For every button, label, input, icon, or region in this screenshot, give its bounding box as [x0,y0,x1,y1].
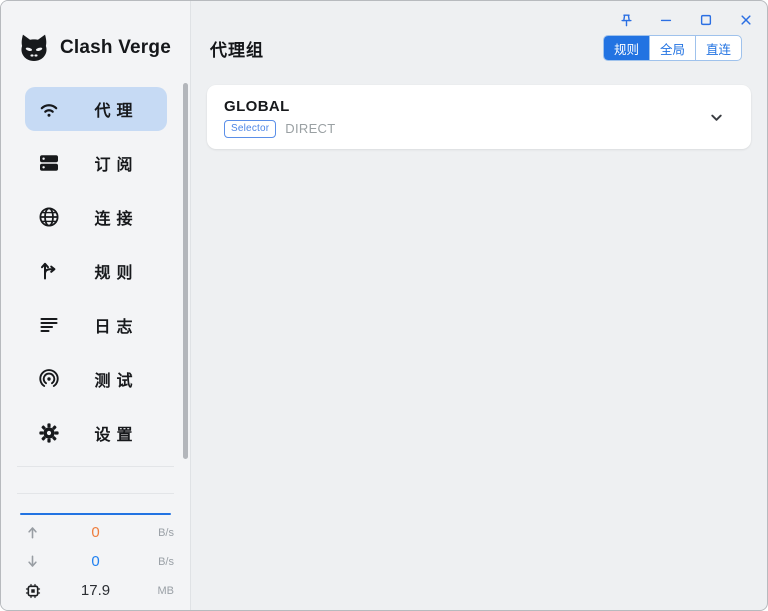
main-content: GLOBAL Selector DIRECT [192,65,767,149]
arrow-down-icon [25,554,49,569]
page-header: 代理组 规则 全局 直连 [192,31,767,65]
chevron-down-icon[interactable] [708,109,739,126]
sidebar: Clash Verge 代理 [1,1,191,610]
window-titlebar [192,1,767,31]
main-area: 代理组 规则 全局 直连 GLOBAL Selector DIRECT [192,1,767,610]
proxy-group-info: GLOBAL Selector DIRECT [224,98,336,138]
proxy-mode-group: 规则 全局 直连 [603,35,742,61]
sidebar-scrollbar[interactable] [183,83,188,459]
gear-icon [37,421,61,445]
page-title: 代理组 [210,36,264,61]
profiles-icon [37,151,61,175]
sidebar-item-connections[interactable]: 连接 [25,195,167,239]
traffic-download-row: 0 B/s [1,547,190,576]
sidebar-menu: 代理 订阅 [1,81,190,455]
sidebar-item-profiles[interactable]: 订阅 [25,141,167,185]
upload-speed-unit: B/s [142,527,174,539]
sidebar-footer: 0 B/s 0 B/s [1,466,190,610]
app-logo: Clash Verge [1,1,190,81]
radar-icon [37,367,61,391]
sidebar-item-label: 订阅 [61,151,167,175]
sidebar-item-rules[interactable]: 规则 [25,249,167,293]
footer-divider [17,466,174,467]
sidebar-item-label: 测试 [61,367,167,391]
sidebar-item-test[interactable]: 测试 [25,357,167,401]
proxy-type-badge: Selector [224,120,276,138]
arrow-up-icon [25,525,49,540]
log-lines-icon [37,313,61,337]
sidebar-item-label: 设置 [61,421,167,445]
memory-usage-row: 17.9 MB [1,576,190,605]
wifi-icon [37,97,61,121]
upload-speed-value: 0 [49,524,142,541]
cat-icon [17,31,51,65]
proxy-group-card[interactable]: GLOBAL Selector DIRECT [207,85,751,149]
sidebar-item-label: 规则 [61,259,167,283]
memory-usage-unit: MB [142,585,174,597]
minimize-icon[interactable] [651,9,681,31]
close-icon[interactable] [731,9,761,31]
footer-divider [17,493,174,494]
mode-button-rule[interactable]: 规则 [604,36,649,60]
sidebar-item-label: 代理 [61,97,167,121]
memory-chip-icon [25,583,49,599]
sidebar-item-logs[interactable]: 日志 [25,303,167,347]
traffic-graph-baseline [20,513,171,515]
app-title: Clash Verge [60,37,171,59]
download-speed-value: 0 [49,553,142,570]
maximize-icon[interactable] [691,9,721,31]
proxy-current-node: DIRECT [285,121,335,136]
sidebar-item-proxies[interactable]: 代理 [25,87,167,131]
globe-icon [37,205,61,229]
proxy-group-name: GLOBAL [224,98,336,115]
app-window: Clash Verge 代理 [0,0,768,611]
sidebar-item-settings[interactable]: 设置 [25,411,167,455]
mode-button-direct[interactable]: 直连 [695,36,741,60]
memory-usage-value: 17.9 [49,582,142,599]
traffic-upload-row: 0 B/s [1,518,190,547]
sidebar-item-label: 日志 [61,313,167,337]
pin-icon[interactable] [611,9,641,31]
mode-button-global[interactable]: 全局 [649,36,695,60]
sidebar-item-label: 连接 [61,205,167,229]
proxy-group-subline: Selector DIRECT [224,120,336,138]
download-speed-unit: B/s [142,556,174,568]
fork-right-icon [37,259,61,283]
